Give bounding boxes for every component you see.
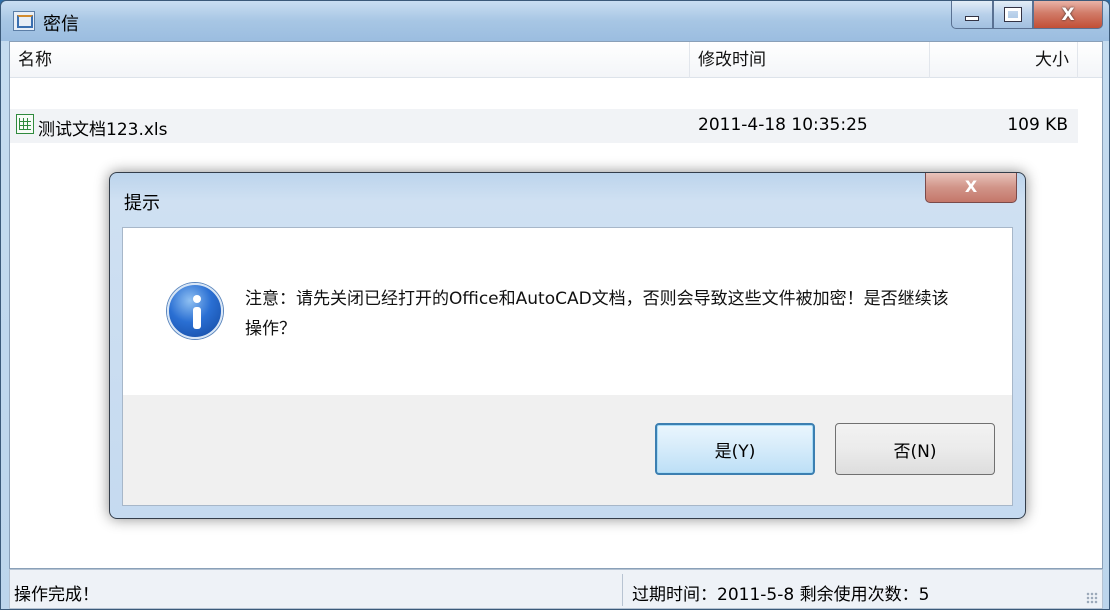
dialog-body: 注意：请先关闭已经打开的Office和AutoCAD文档，否则会导致这些文件被加… — [122, 227, 1013, 506]
info-icon — [167, 283, 223, 339]
close-icon: X — [964, 177, 978, 196]
title-bar[interactable]: 密信 X — [1, 1, 1109, 41]
no-button[interactable]: 否(N) — [835, 423, 995, 475]
dialog-close-button[interactable]: X — [925, 173, 1017, 203]
dialog-message: 注意：请先关闭已经打开的Office和AutoCAD文档，否则会导致这些文件被加… — [245, 289, 949, 339]
minimize-button[interactable] — [951, 1, 993, 29]
table-row[interactable]: 测试文档123.xls 2011-4-18 10:35:25 109 KB — [10, 109, 1078, 143]
dialog-footer: 是(Y) 否(N) — [123, 395, 1012, 505]
column-header-name[interactable]: 名称 — [10, 42, 690, 78]
close-button[interactable]: X — [1033, 1, 1103, 29]
file-modified: 2011-4-18 10:35:25 — [698, 115, 868, 135]
window-title: 密信 — [43, 14, 79, 35]
license-status: 过期时间：2011-5-8 剩余使用次数：5 — [632, 585, 930, 605]
column-header: 名称 修改时间 大小 — [10, 42, 1102, 78]
status-divider — [622, 574, 623, 606]
file-size: 109 KB — [1007, 115, 1068, 135]
maximize-button[interactable] — [993, 1, 1033, 29]
column-header-modified[interactable]: 修改时间 — [690, 42, 930, 78]
excel-file-icon — [16, 114, 34, 134]
status-bar: 操作完成！ 过期时间：2011-5-8 剩余使用次数：5 — [9, 569, 1103, 609]
minimize-icon — [965, 16, 979, 21]
close-icon: X — [1061, 4, 1075, 25]
main-window: 密信 X 名称 修改时间 大小 测试文档123.xls 2011-4-18 10… — [0, 0, 1110, 610]
confirm-dialog: 提示 X 注意：请先关闭已经打开的Office和AutoCAD文档，否则会导致这… — [109, 172, 1026, 519]
app-icon — [13, 11, 35, 31]
maximize-icon — [1004, 7, 1022, 22]
file-name: 测试文档123.xls — [38, 120, 168, 140]
dialog-title: 提示 — [124, 193, 160, 214]
window-controls: X — [951, 1, 1103, 29]
yes-button[interactable]: 是(Y) — [655, 423, 815, 475]
status-text: 操作完成！ — [14, 585, 99, 605]
resize-grip[interactable] — [1086, 592, 1098, 604]
column-header-size[interactable]: 大小 — [930, 42, 1078, 78]
